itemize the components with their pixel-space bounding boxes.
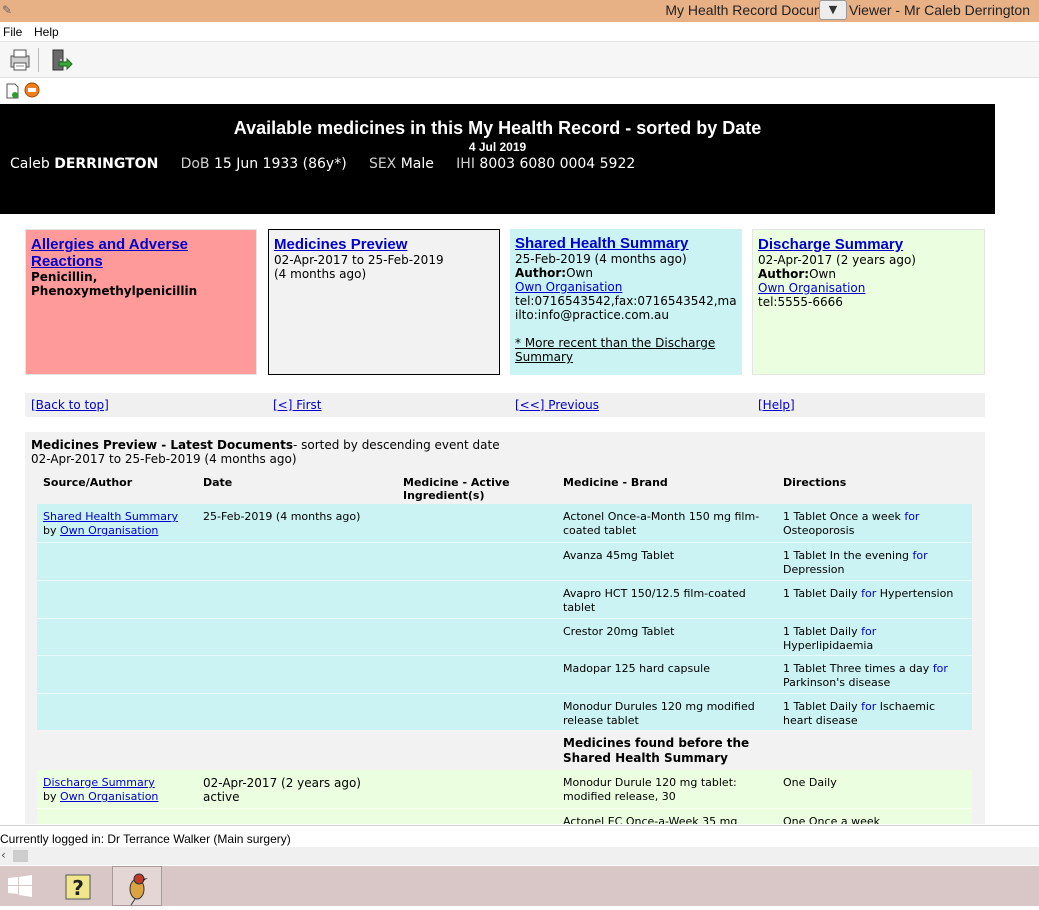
shs-author-value: Own (566, 266, 593, 280)
windows-start-icon[interactable] (6, 874, 34, 898)
ds-date-cell: 02-Apr-2017 (2 years ago) active (203, 776, 361, 804)
help-link[interactable]: [Help] (758, 398, 795, 412)
ds-medicines-block: Discharge Summary by Own Organisation 02… (37, 770, 972, 824)
patient-family-name: DERRINGTON (54, 156, 159, 172)
medicines-panel-title: Medicines Preview - Latest Documents- so… (31, 438, 500, 466)
medicines-preview-range: 02-Apr-2017 to 25-Feb-2019 (274, 253, 444, 267)
shs-organisation-link[interactable]: Own Organisation (515, 280, 737, 294)
shs-author: Author:Own (515, 266, 737, 280)
previous-link[interactable]: [<<] Previous (515, 398, 599, 412)
medicines-preview-link[interactable]: Medicines Preview (274, 236, 494, 253)
secondary-toolbar (0, 78, 1039, 104)
help-question-icon[interactable]: ? (58, 866, 98, 906)
exit-door-icon[interactable] (47, 47, 73, 73)
ds-source-cell: Discharge Summary by Own Organisation (43, 776, 158, 804)
menu-help[interactable]: Help (34, 25, 59, 39)
patient-banner: Available medicines in this My Health Re… (0, 104, 995, 214)
shs-contact: tel:0716543542,fax:0716543542,mailto:inf… (515, 294, 737, 322)
shs-date: 25-Feb-2019 (4 months ago) (515, 252, 687, 266)
ds-organisation-link[interactable]: Own Organisation (758, 281, 979, 295)
ds-by-label: by (43, 790, 57, 803)
column-directions: Directions (783, 476, 847, 489)
svg-text:?: ? (72, 876, 84, 900)
ds-org-link[interactable]: Own Organisation (60, 790, 158, 803)
shs-recent-note[interactable]: * More recent than the Discharge Summary (515, 336, 737, 364)
medicines-range: 02-Apr-2017 to 25-Feb-2019 (4 months ago… (31, 452, 297, 466)
scroll-left-arrow-icon[interactable]: ‹ (1, 848, 6, 862)
logged-in-status: Currently logged in: Dr Terrance Walker … (0, 832, 291, 846)
window-title: My Health Record Document Viewer - Mr Ca… (665, 2, 1030, 18)
shared-health-summary-card: Shared Health Summary 25-Feb-2019 (4 mon… (510, 229, 742, 375)
banner-date: 4 Jul 2019 (468, 140, 527, 154)
navigation-bar: [Back to top] [<] First [<<] Previous [H… (25, 393, 985, 417)
stop-icon[interactable] (24, 82, 40, 98)
bird-app-icon[interactable] (112, 866, 162, 906)
ihi-label: IHI (456, 156, 475, 172)
patient-given-name: Caleb (10, 156, 50, 172)
ihi-value: 8003 6080 0004 5922 (479, 156, 636, 172)
allergies-list: Penicillin, Phenoxymethylpenicillin (31, 270, 198, 298)
sex-label: SEX (368, 156, 397, 172)
column-date: Date (203, 476, 233, 489)
ds-status: active (203, 790, 240, 804)
discharge-summary-card: Discharge Summary 02-Apr-2017 (2 years a… (752, 229, 985, 375)
ds-date: 02-Apr-2017 (2 years ago) (758, 253, 916, 267)
shs-org-link[interactable]: Own Organisation (60, 524, 158, 537)
medicines-panel: Medicines Preview - Latest Documents- so… (25, 432, 985, 824)
column-brand: Medicine - Brand (563, 476, 668, 489)
discharge-summary-link[interactable]: Discharge Summary (758, 236, 979, 253)
medicines-preview-card: Medicines Preview 02-Apr-2017 to 25-Feb-… (268, 229, 500, 375)
dob-label: DoB (180, 156, 210, 172)
ds-author-value: Own (809, 267, 836, 281)
page-title: Available medicines in this My Health Re… (233, 118, 762, 138)
taskbar: ? (0, 866, 1039, 906)
shs-by-label: by (43, 524, 57, 537)
column-active-ingredient: Medicine - Active Ingredient(s) (403, 476, 510, 502)
title-dropdown-button[interactable]: ▼ (819, 0, 847, 20)
window-titlebar: ✎ My Health Record Document Viewer - Mr … (0, 0, 1039, 22)
app-pen-icon: ✎ (2, 3, 13, 17)
patient-details: Caleb DERRINGTON DoB 15 Jun 1933 (86y*) … (10, 156, 635, 172)
dob-value: 15 Jun 1933 (86y*) (213, 156, 347, 172)
column-source-author: Source/Author (43, 476, 133, 489)
ds-source-link[interactable]: Discharge Summary (43, 776, 158, 790)
horizontal-scrollbar[interactable]: ‹ (0, 847, 1039, 865)
ds-author: Author:Own (758, 267, 979, 281)
ds-contact: tel:5555-6666 (758, 295, 843, 309)
shs-author-label: Author: (515, 266, 567, 280)
shs-date-cell: 25-Feb-2019 (4 months ago) (203, 510, 361, 523)
new-document-icon[interactable] (6, 83, 20, 99)
toolbar-separator (38, 48, 39, 72)
allergies-card: Allergies and Adverse Reactions Penicill… (25, 229, 257, 375)
medicines-title-bold: Medicines Preview - Latest Documents (31, 438, 293, 452)
sex-value: Male (400, 156, 434, 172)
menu-file[interactable]: File (3, 25, 22, 39)
medicines-preview-age: (4 months ago) (274, 267, 367, 281)
shs-source-link[interactable]: Shared Health Summary (43, 510, 178, 524)
shs-source-cell: Shared Health Summary by Own Organisatio… (43, 510, 178, 538)
printer-icon[interactable] (7, 47, 33, 73)
first-link[interactable]: [<] First (273, 398, 322, 412)
document-view[interactable]: Available medicines in this My Health Re… (0, 104, 1039, 824)
medicines-title-rest: - sorted by descending event date (292, 438, 500, 452)
status-bar: Currently logged in: Dr Terrance Walker … (0, 825, 1039, 847)
scrollbar-thumb[interactable] (13, 850, 28, 862)
before-shs-heading: Medicines found before the Shared Health… (563, 736, 750, 765)
ds-author-label: Author: (758, 267, 810, 281)
toolbar (0, 42, 1039, 78)
back-to-top-link[interactable]: [Back to top] (31, 398, 109, 412)
shared-health-summary-link[interactable]: Shared Health Summary (515, 235, 737, 252)
menubar: File Help (0, 22, 1039, 42)
ds-date-value: 02-Apr-2017 (2 years ago) (203, 776, 361, 790)
allergies-link[interactable]: Allergies and Adverse Reactions (31, 236, 251, 270)
shs-medicines-block: Shared Health Summary by Own Organisatio… (37, 504, 972, 730)
